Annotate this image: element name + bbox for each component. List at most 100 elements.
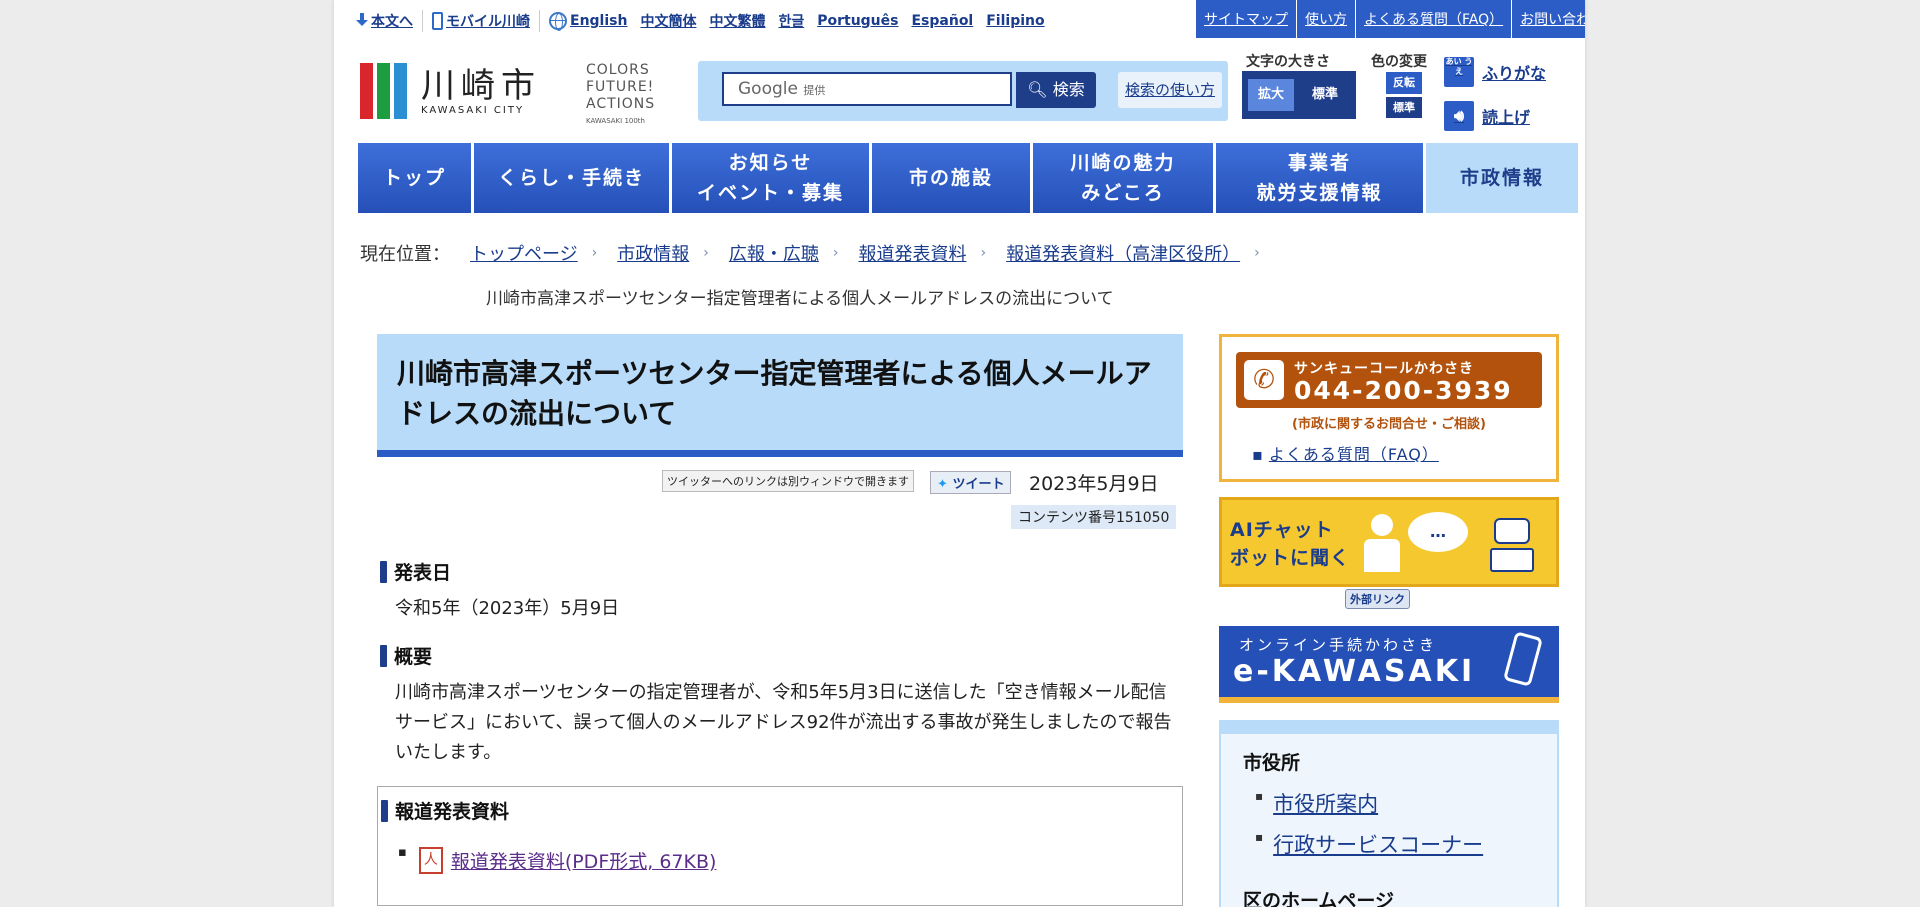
lang-english-link[interactable]: English — [549, 12, 628, 31]
text-size-title: 文字の大きさ — [1246, 54, 1330, 70]
nav-business[interactable]: 事業者 就労支援情報 — [1216, 143, 1426, 213]
city-hall-guide-link[interactable]: 市役所案内 — [1273, 788, 1378, 818]
lang-filipino-link[interactable]: Filipino — [986, 13, 1044, 29]
search-button-label: 検索 — [1052, 80, 1085, 99]
speech-bubble-icon: … — [1408, 512, 1468, 552]
mobile-kawasaki-link[interactable]: モバイル川崎 — [432, 11, 530, 31]
nav-label-2: イベント・募集 — [696, 182, 844, 204]
tagline-l2: FUTURE! — [586, 79, 655, 95]
nav-facilities[interactable]: 市の施設 — [872, 143, 1033, 213]
text-size-normal-button[interactable]: 標準 — [1300, 79, 1350, 111]
faq-link[interactable]: よくある質問（FAQ） — [1356, 0, 1513, 38]
breadcrumb-current: 川崎市高津スポーツセンター指定管理者による個人メールアドレスの流出について — [486, 289, 1114, 309]
faq-list-item: ▪ よくある質問（FAQ） — [1252, 441, 1439, 465]
ai-chatbot-banner[interactable]: AIチャット ボットに聞く … — [1219, 497, 1559, 587]
logo-bars — [360, 63, 407, 119]
read-aloud-link[interactable]: 🔊︎ 読上げ — [1444, 101, 1530, 131]
lang-portuguese-link[interactable]: Português — [817, 13, 898, 29]
tagline-l1: COLORS — [586, 62, 650, 78]
lang-zh-hant-link[interactable]: 中文繁體 — [709, 11, 765, 31]
ai-chatbot-line1: AIチャット — [1230, 519, 1334, 541]
nav-attractions[interactable]: 川崎の魅力 みどころ — [1033, 143, 1216, 213]
nav-label: 市の施設 — [908, 167, 993, 189]
globe-icon — [549, 12, 567, 31]
list-item: ▪ 市役所案内 — [1255, 788, 1378, 818]
color-normal-button[interactable]: 標準 — [1385, 96, 1423, 119]
nav-label: くらし・手続き — [497, 167, 645, 189]
city-hall-title: 市役所 — [1243, 752, 1301, 774]
search-button[interactable]: 🔍︎ 検索 — [1016, 72, 1096, 108]
admin-service-corner-link[interactable]: 行政サービスコーナー — [1273, 829, 1483, 859]
bullet: ▪ — [398, 845, 407, 860]
e-kawasaki-title: e-KAWASAKI — [1233, 654, 1476, 689]
lang-korean-link[interactable]: 한글 — [778, 11, 804, 31]
divider — [422, 10, 423, 32]
nav-living-procedures[interactable]: くらし・手続き — [474, 143, 672, 213]
furigana-link[interactable]: あい うえ ふりがな — [1444, 57, 1546, 87]
thank-you-call-banner: ✆ サンキューコールかわさき 044-200-3939 (市政に関するお問合せ・… — [1219, 334, 1559, 482]
lang-spanish-link[interactable]: Español — [911, 13, 973, 29]
search-provider: Google — [738, 79, 798, 99]
nav-top[interactable]: トップ — [358, 143, 474, 213]
ai-chatbot-text: AIチャット ボットに聞く — [1230, 516, 1350, 572]
english-label: English — [570, 13, 628, 29]
chevron-right-icon: › — [591, 245, 598, 261]
tagline-l3: ACTIONS — [586, 96, 656, 112]
chevron-right-icon: › — [703, 245, 709, 261]
chevron-right-icon: › — [832, 245, 839, 261]
text-size-large-button[interactable]: 拡大 — [1248, 79, 1294, 111]
pdf-link[interactable]: 報道発表資料(PDF形式, 67KB) — [451, 847, 717, 874]
utility-bar: 本文へ モバイル川崎 English 中文簡体 中文繁體 한글 Portuguê… — [356, 6, 1058, 36]
breadcrumb: 現在位置： トップページ › 市政情報 › 広報・広聴 › 報道発表資料 › 報道発表資… — [360, 240, 1280, 266]
nav-news-events[interactable]: お知らせ イベント・募集 — [672, 143, 872, 213]
breadcrumb-top-page[interactable]: トップページ — [470, 240, 578, 266]
breadcrumb-city-admin[interactable]: 市政情報 — [617, 240, 689, 266]
sitemap-link[interactable]: サイトマップ — [1196, 0, 1297, 38]
pdf-icon: 人 — [418, 847, 443, 874]
call-center-number: 044-200-3939 — [1294, 376, 1513, 405]
twitter-bird-icon: ✦ — [937, 477, 948, 492]
skip-to-content-link[interactable]: 本文へ — [356, 11, 413, 31]
twitter-note: ツイッターへのリンクは別ウィンドウで開きます — [662, 470, 914, 492]
furigana-icon: あい うえ — [1444, 57, 1474, 87]
breadcrumb-press-takatsu[interactable]: 報道発表資料（高津区役所） — [1006, 240, 1240, 266]
chevron-right-icon: › — [1254, 245, 1260, 261]
content-number: コンテンツ番号151050 — [1011, 505, 1177, 529]
lang-zh-hans-link[interactable]: 中文簡体 — [640, 11, 696, 31]
mobile-label: モバイル川崎 — [446, 14, 530, 30]
breadcrumb-label: 現在位置： — [360, 244, 450, 265]
skip-label: 本文へ — [371, 14, 413, 30]
breadcrumb-press[interactable]: 報道発表資料 — [858, 240, 966, 266]
nav-label: 事業者 — [1287, 152, 1351, 174]
search-icon: 🔍︎ — [1027, 80, 1048, 99]
search-input[interactable]: Google 提供 — [722, 72, 1012, 106]
ward-homepage-title: 区のホームページ — [1243, 890, 1395, 907]
announce-date: 令和5年（2023年）5月9日 — [395, 598, 620, 619]
side-faq-link[interactable]: よくある質問（FAQ） — [1269, 445, 1439, 464]
top-nav: サイトマップ 使い方 よくある質問（FAQ） お問い合わせ — [1196, 0, 1585, 38]
bullet: ▪ — [1255, 789, 1264, 803]
call-center-link[interactable]: ✆ サンキューコールかわさき 044-200-3939 — [1236, 352, 1542, 408]
logo-text: 川崎市 KAWASAKI CITY — [421, 67, 541, 116]
nav-label: トップ — [382, 167, 446, 189]
tweet-label: ツイート — [952, 477, 1005, 492]
e-kawasaki-banner[interactable]: オンライン手続かわさき e-KAWASAKI — [1219, 626, 1559, 703]
logo-bar-blue — [394, 63, 407, 119]
breadcrumb-pr[interactable]: 広報・広聴 — [729, 240, 819, 266]
section-heading-summary: 概要 — [380, 642, 432, 669]
bullet: ▪ — [1252, 445, 1263, 464]
nav-label: 川崎の魅力 — [1070, 152, 1176, 174]
contact-link[interactable]: お問い合わせ — [1512, 0, 1585, 38]
logo-en: KAWASAKI CITY — [421, 104, 525, 116]
section-heading-date: 発表日 — [380, 558, 451, 585]
tweet-button[interactable]: ✦ ツイート — [930, 471, 1012, 494]
nav-city-administration[interactable]: 市政情報 — [1426, 143, 1578, 213]
press-materials-box: 報道発表資料 ▪ 人 報道発表資料(PDF形式, 67KB) — [377, 786, 1183, 906]
color-invert-button[interactable]: 反転 — [1385, 71, 1423, 95]
page: 本文へ モバイル川崎 English 中文簡体 中文繁體 한글 Portuguê… — [334, 0, 1585, 907]
nav-label: 市政情報 — [1459, 167, 1544, 189]
publish-date: 2023年5月9日 — [1029, 473, 1159, 495]
city-logo[interactable]: 川崎市 KAWASAKI CITY — [360, 63, 541, 119]
search-help-link[interactable]: 検索の使い方 — [1118, 72, 1222, 108]
how-to-use-link[interactable]: 使い方 — [1297, 0, 1356, 38]
